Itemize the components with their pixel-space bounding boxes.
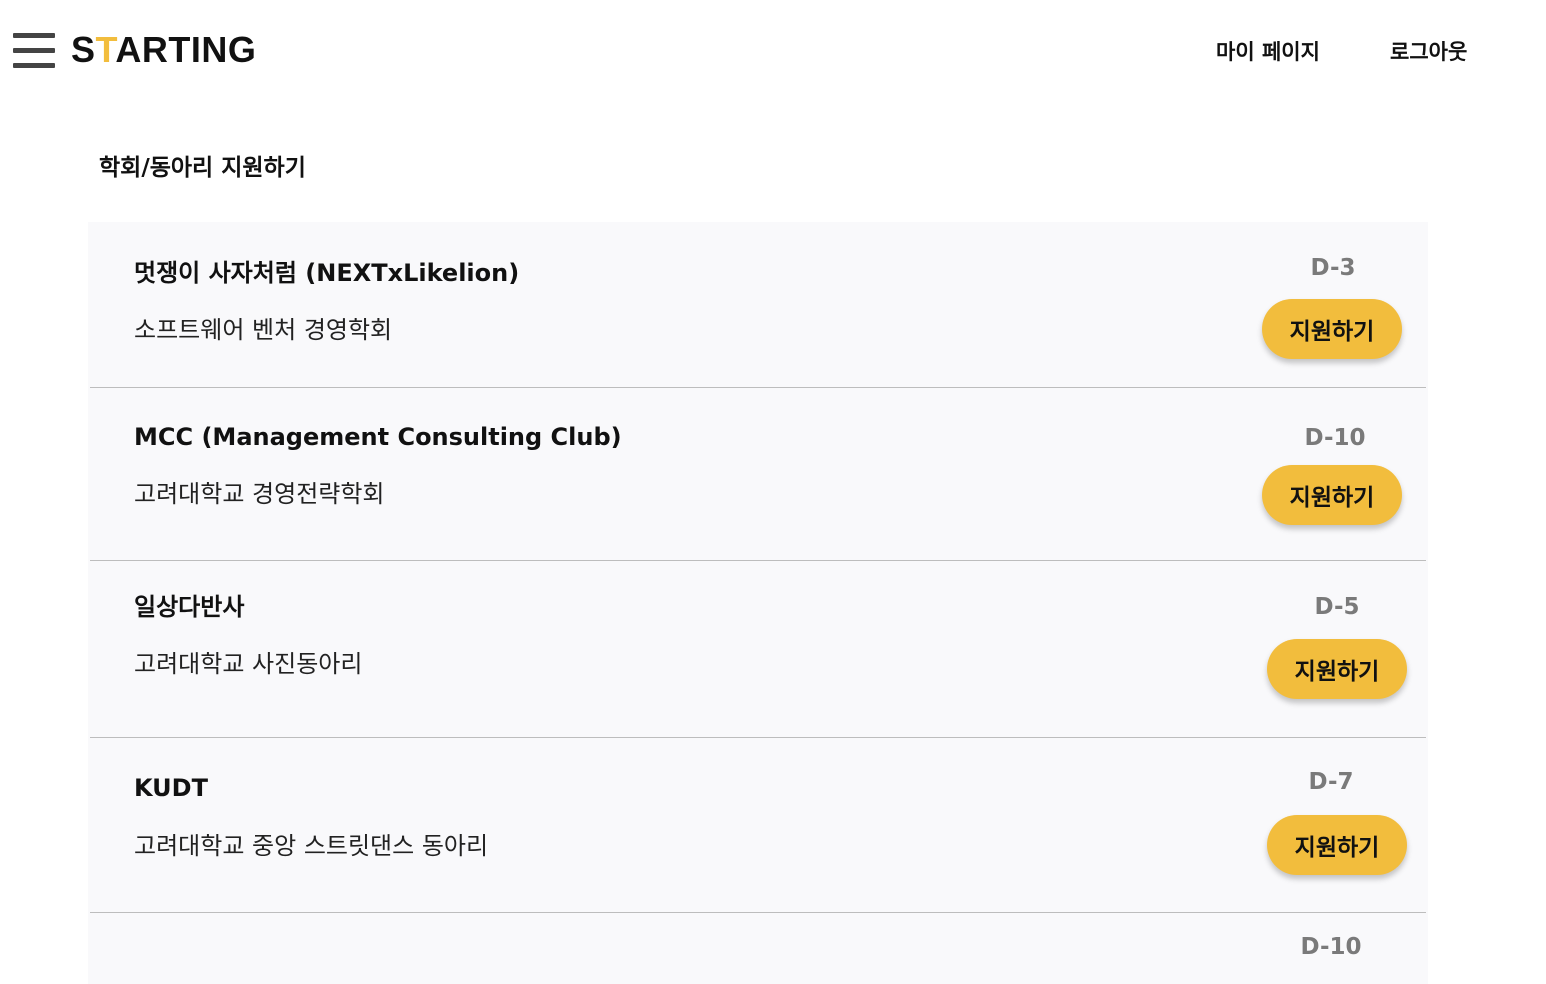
logout-link[interactable]: 로그아웃 [1390, 38, 1467, 66]
deadline-badge: D-3 [1310, 255, 1356, 281]
club-card: D-10 [90, 913, 1426, 984]
club-card: KUDT 고려대학교 중앙 스트릿댄스 동아리 D-7 지원하기 [90, 738, 1426, 913]
deadline-badge: D-7 [1308, 769, 1354, 795]
deadline-badge: D-10 [1304, 425, 1366, 451]
club-name: 멋쟁이 사자처럼 (NEXTxLikelion) [134, 259, 520, 287]
deadline-badge: D-5 [1314, 594, 1360, 620]
apply-button[interactable]: 지원하기 [1262, 299, 1402, 359]
club-card: MCC (Management Consulting Club) 고려대학교 경… [90, 388, 1426, 561]
my-page-link[interactable]: 마이 페이지 [1216, 38, 1320, 66]
logo-text-accent: T [95, 29, 116, 70]
club-name: 일상다반사 [134, 593, 245, 621]
apply-button[interactable]: 지원하기 [1267, 815, 1407, 875]
page-title: 학회/동아리 지원하기 [99, 155, 306, 181]
apply-button[interactable]: 지원하기 [1267, 639, 1407, 699]
hamburger-menu-icon[interactable] [13, 31, 55, 69]
deadline-badge: D-10 [1300, 934, 1362, 960]
club-card: 일상다반사 고려대학교 사진동아리 D-5 지원하기 [90, 561, 1426, 738]
club-description: 고려대학교 경영전략학회 [134, 480, 385, 508]
top-header: STARTING 마이 페이지 로그아웃 [0, 0, 1546, 100]
club-list: 멋쟁이 사자처럼 (NEXTxLikelion) 소프트웨어 벤처 경영학회 D… [88, 222, 1428, 984]
logo-text-prefix: S [71, 29, 96, 70]
apply-button[interactable]: 지원하기 [1262, 465, 1402, 525]
club-card: 멋쟁이 사자처럼 (NEXTxLikelion) 소프트웨어 벤처 경영학회 D… [90, 222, 1426, 388]
club-description: 고려대학교 중앙 스트릿댄스 동아리 [134, 832, 489, 860]
club-name: KUDT [134, 774, 208, 802]
logo-text-suffix: ARTING [115, 29, 257, 70]
app-logo[interactable]: STARTING [71, 28, 256, 72]
club-name: MCC (Management Consulting Club) [134, 423, 622, 451]
club-description: 고려대학교 사진동아리 [134, 650, 363, 678]
club-description: 소프트웨어 벤처 경영학회 [134, 316, 393, 344]
